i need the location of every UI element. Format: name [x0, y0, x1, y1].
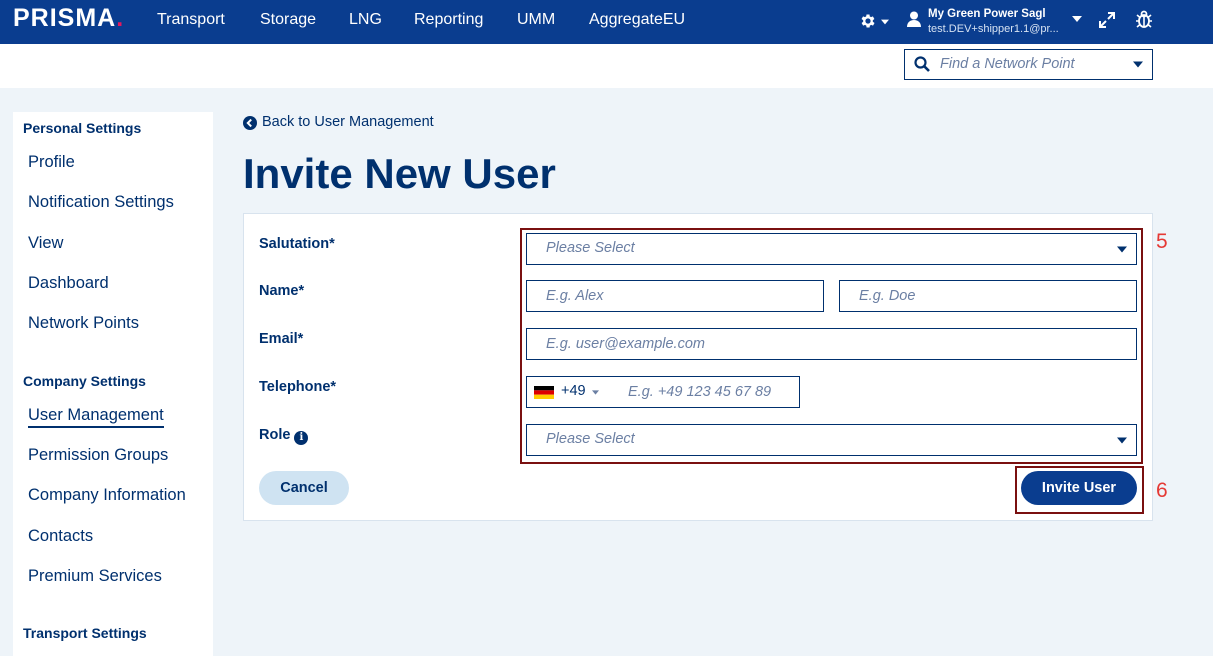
chevron-down-icon[interactable]	[1072, 15, 1082, 23]
sidebar-item-user-management[interactable]: User Management	[28, 406, 164, 428]
name-label: Name*	[259, 283, 305, 299]
salutation-label: Salutation*	[259, 236, 335, 252]
annotation-box-form-fields	[520, 228, 1143, 464]
annotation-number-5: 5	[1156, 230, 1168, 253]
user-company-name[interactable]: My Green Power Sagl	[928, 8, 1046, 20]
nav-item-storage[interactable]: Storage	[260, 11, 316, 29]
sidebar-heading-company: Company Settings	[23, 373, 146, 389]
sidebar-item-contacts[interactable]: Contacts	[28, 527, 93, 546]
logo-dot: .	[116, 4, 125, 32]
chevron-down-icon	[881, 19, 889, 25]
sidebar-item-premium-services[interactable]: Premium Services	[28, 567, 162, 586]
sidebar-heading-personal: Personal Settings	[23, 120, 142, 136]
user-icon	[907, 11, 921, 27]
email-label: Email*	[259, 331, 304, 347]
sidebar-item-permission-groups[interactable]: Permission Groups	[28, 446, 168, 465]
info-icon[interactable]: i	[294, 431, 309, 445]
sidebar-item-network-points[interactable]: Network Points	[28, 314, 139, 333]
top-navigation-bar: PRISMA. Transport Storage LNG Reporting …	[0, 0, 1213, 44]
annotation-box-invite-button	[1015, 466, 1144, 514]
gear-icon	[861, 14, 875, 28]
sidebar-item-company-information[interactable]: Company Information	[28, 486, 186, 505]
role-label-wrap: Role i	[259, 427, 309, 445]
sidebar-item-notification-settings[interactable]: Notification Settings	[28, 193, 174, 212]
search-icon	[914, 56, 930, 72]
back-link-label: Back to User Management	[262, 114, 434, 130]
page-title: Invite New User	[243, 150, 556, 197]
nav-item-aggregateeu[interactable]: AggregateEU	[589, 11, 685, 29]
network-point-search[interactable]: Find a Network Point	[904, 49, 1153, 80]
user-email[interactable]: test.DEV+shipper1.1@pr...	[928, 23, 1059, 35]
expand-icon[interactable]	[1098, 11, 1116, 29]
logo-text: PRISMA	[13, 4, 117, 32]
telephone-label: Telephone*	[259, 379, 337, 395]
sidebar-item-dashboard[interactable]: Dashboard	[28, 274, 109, 293]
nav-item-umm[interactable]: UMM	[517, 11, 555, 29]
chevron-down-icon	[1133, 61, 1143, 68]
nav-item-reporting[interactable]: Reporting	[414, 11, 483, 29]
prisma-logo[interactable]: PRISMA.	[13, 4, 124, 33]
settings-menu-button[interactable]	[859, 11, 893, 31]
sidebar-heading-transport: Transport Settings	[23, 625, 147, 641]
bug-icon[interactable]	[1135, 9, 1153, 29]
settings-sidebar: Personal Settings Profile Notification S…	[13, 112, 213, 656]
nav-item-transport[interactable]: Transport	[157, 11, 225, 29]
sidebar-item-profile[interactable]: Profile	[28, 153, 75, 172]
chevron-left-circle-icon	[243, 116, 257, 130]
nav-item-lng[interactable]: LNG	[349, 11, 382, 29]
annotation-number-6: 6	[1156, 479, 1168, 502]
role-label: Role	[259, 427, 291, 443]
network-point-search-placeholder: Find a Network Point	[940, 56, 1075, 72]
sidebar-item-view[interactable]: View	[28, 234, 63, 253]
cancel-button[interactable]: Cancel	[259, 471, 349, 505]
